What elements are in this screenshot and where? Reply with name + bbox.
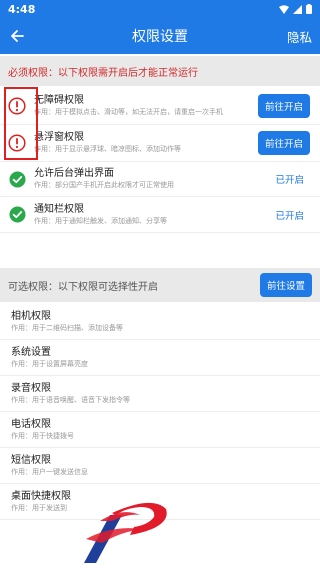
page-title: 权限设置 <box>132 29 188 45</box>
back-button[interactable] <box>0 18 34 54</box>
enable-accessibility-button[interactable]: 前往开启 <box>257 94 310 118</box>
permission-row-notification: 通知栏权限 作用：用于通知栏触发、添加通知、分享等 已开启 <box>0 197 320 233</box>
permission-name: 电话权限 <box>11 418 51 430</box>
permission-name: 无障碍权限 <box>34 95 84 106</box>
optional-section-header: 可选权限：以下权限可选择性开启 前往设置 <box>0 268 320 302</box>
arrow-left-icon <box>11 30 24 42</box>
required-section-header: 必须权限：以下权限需开启后才能正常运行 <box>0 56 320 86</box>
check-circle-icon <box>0 161 34 198</box>
permission-row-accessibility: 无障碍权限 作用：用于模拟点击、滑动等，如无法开启，请重启一次手机 前往开启 <box>0 88 320 125</box>
status-bar: 4:48 <box>0 0 320 18</box>
permission-name: 短信权限 <box>11 454 51 466</box>
permission-name: 通知栏权限 <box>34 203 84 215</box>
optional-row-phone[interactable]: 电话权限 作用：用于快捷拨号 <box>0 412 320 448</box>
permission-desc: 作用：用于显示悬浮球、暗凉图标、添加动作等 <box>34 145 181 153</box>
permission-desc: 作用：用于快捷拨号 <box>11 431 74 440</box>
permission-name: 允许后台弹出界面 <box>34 168 114 179</box>
check-circle-icon <box>0 196 34 233</box>
status-icons <box>279 4 312 14</box>
permission-name: 相机权限 <box>11 310 51 322</box>
watermark-logo <box>84 502 167 563</box>
permission-desc: 作用：用户一键发送信息 <box>11 467 88 476</box>
permission-desc: 作用：用于二维码扫描、添加设备等 <box>11 323 123 332</box>
permission-name: 系统设置 <box>11 346 51 358</box>
app-bar: 权限设置 隐私 <box>0 18 320 54</box>
permission-desc: 作用：用于设置屏幕亮度 <box>11 359 88 368</box>
permission-desc: 作用：用于通知栏触发、添加通知、分享等 <box>34 216 167 225</box>
enabled-status: 已开启 <box>275 210 304 222</box>
permission-row-background-popup: 允许后台弹出界面 作用：部分国产手机开启此权限才可正常使用 已开启 <box>0 162 320 197</box>
permission-name: 悬浮窗权限 <box>34 132 84 143</box>
go-settings-button[interactable]: 前往设置 <box>259 273 312 297</box>
permission-row-overlay: 悬浮窗权限 作用：用于显示悬浮球、暗凉图标、添加动作等 前往开启 <box>0 125 320 162</box>
enable-overlay-button[interactable]: 前往开启 <box>257 131 310 155</box>
status-time: 4:48 <box>8 2 36 16</box>
privacy-button[interactable]: 隐私 <box>287 27 320 46</box>
permission-desc: 作用：部分国产手机开启此权限才可正常使用 <box>34 181 174 189</box>
highlight-box <box>4 87 38 160</box>
battery-icon <box>306 4 312 14</box>
optional-header-text: 可选权限：以下权限可选择性开启 <box>8 281 158 293</box>
signal-icon <box>293 4 302 14</box>
permission-name: 录音权限 <box>11 382 51 394</box>
optional-row-recording[interactable]: 录音权限 作用：用于语音唤醒、语音下发指令等 <box>0 376 320 412</box>
permission-desc: 作用：用于模拟点击、滑动等，如无法开启，请重启一次手机 <box>34 108 223 116</box>
optional-row-sms[interactable]: 短信权限 作用：用户一键发送信息 <box>0 448 320 484</box>
wifi-icon <box>279 4 289 14</box>
permission-desc: 作用：用于语音唤醒、语音下发指令等 <box>11 395 130 404</box>
optional-row-system-settings[interactable]: 系统设置 作用：用于设置屏幕亮度 <box>0 340 320 376</box>
enabled-status: 已开启 <box>275 175 304 186</box>
optional-row-camera[interactable]: 相机权限 作用：用于二维码扫描、添加设备等 <box>0 304 320 340</box>
required-header-text: 必须权限：以下权限需开启后才能正常运行 <box>8 67 198 79</box>
